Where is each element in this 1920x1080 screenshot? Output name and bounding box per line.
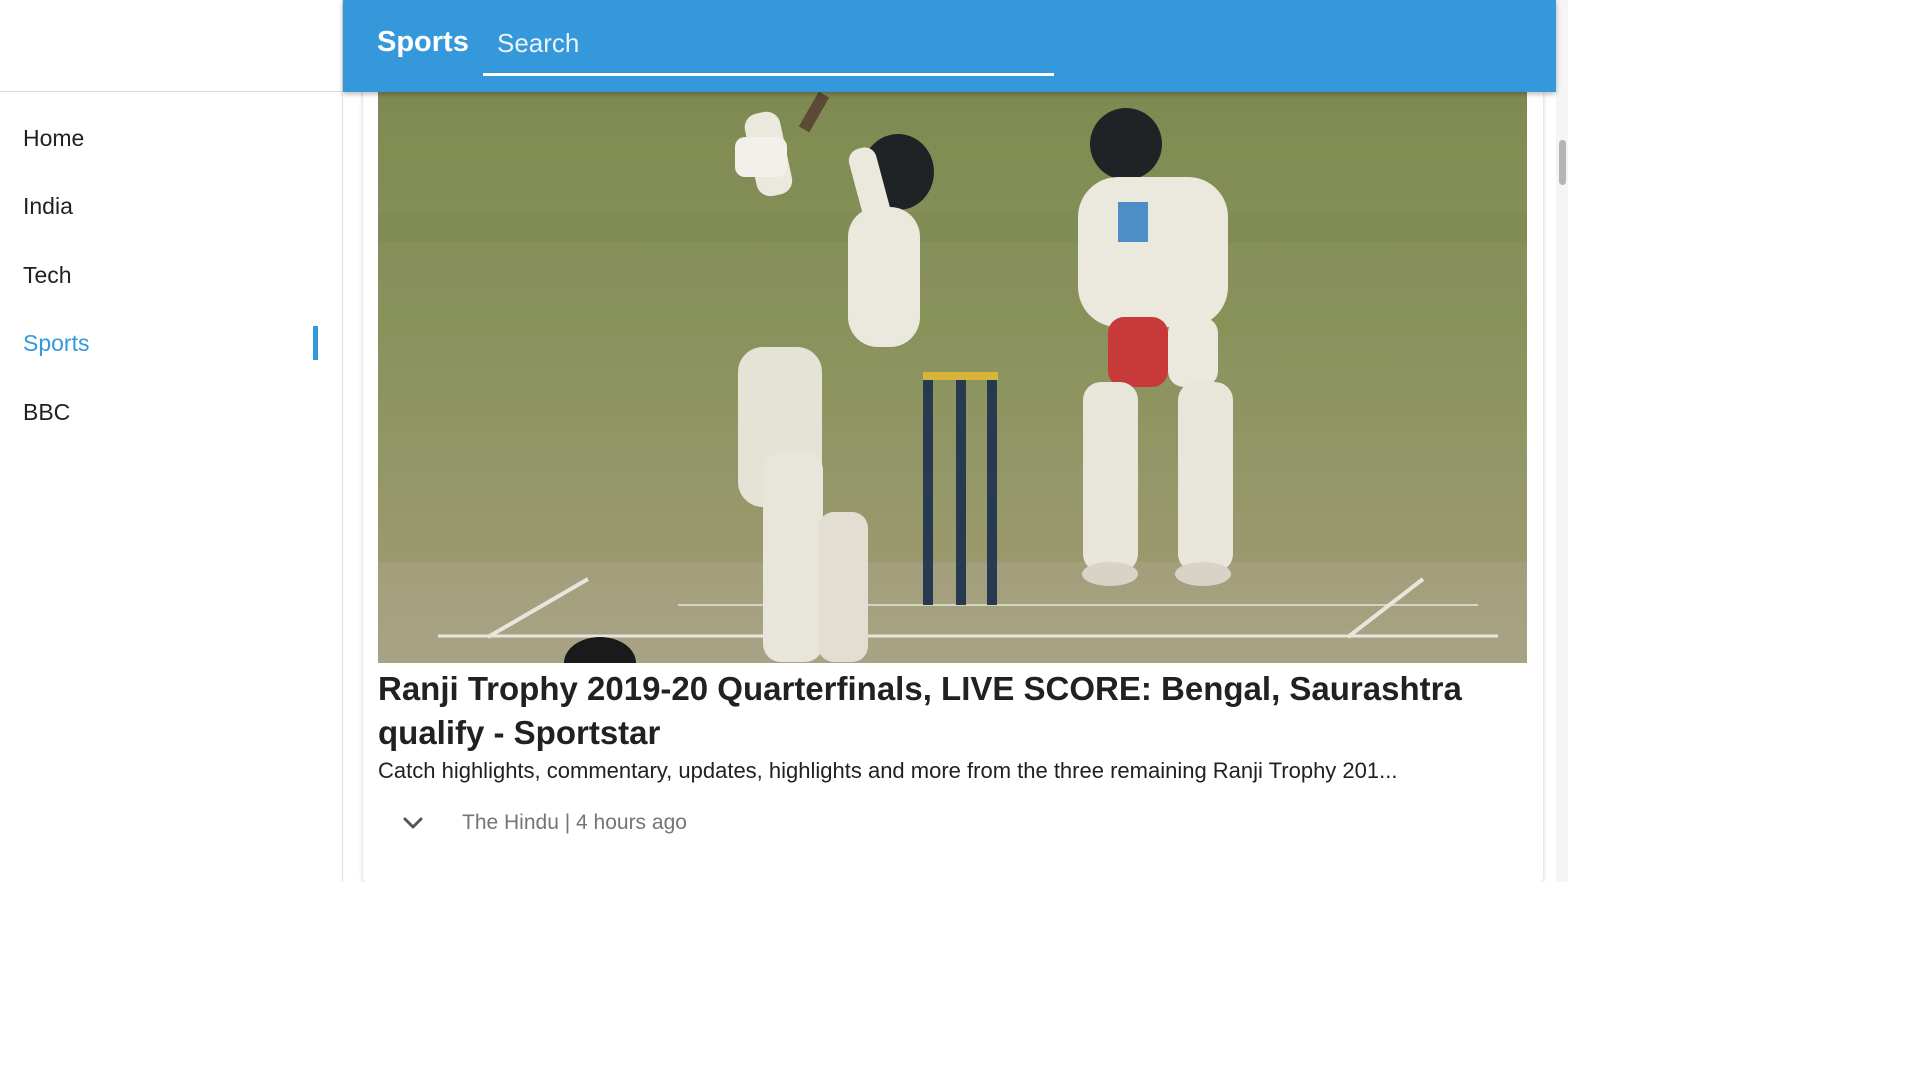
article-source: The Hindu | 4 hours ago xyxy=(462,811,687,834)
sidebar-item-sports[interactable]: Sports xyxy=(0,310,342,379)
chevron-down-icon[interactable] xyxy=(399,809,427,837)
news-card: Ranji Trophy 2019-20 Quarterfinals, LIVE… xyxy=(363,92,1543,882)
article-meta: The Hindu | 4 hours ago xyxy=(399,809,687,837)
active-indicator xyxy=(313,325,318,360)
scrollbar-thumb[interactable] xyxy=(1559,140,1566,185)
search-input[interactable] xyxy=(483,18,1054,73)
sidebar-item-bbc[interactable]: BBC xyxy=(0,378,342,447)
search-field xyxy=(483,18,1054,76)
article-description: Catch highlights, commentary, updates, h… xyxy=(378,758,1398,783)
article-headline[interactable]: Ranji Trophy 2019-20 Quarterfinals, LIVE… xyxy=(378,667,1528,755)
sidebar-item-label: Sports xyxy=(23,330,90,357)
sidebar-item-india[interactable]: India xyxy=(0,173,342,242)
article-image[interactable] xyxy=(378,92,1527,663)
nav-list: Home India Tech Sports BBC xyxy=(0,92,342,447)
sidebar-item-label: Tech xyxy=(23,261,72,288)
app-bar: Sports xyxy=(343,0,1556,92)
sidebar-header xyxy=(0,0,342,92)
sidebar-item-home[interactable]: Home xyxy=(0,104,342,173)
sidebar-item-label: BBC xyxy=(23,398,71,425)
main-content: Ranji Trophy 2019-20 Quarterfinals, LIVE… xyxy=(343,92,1556,882)
page-title: Sports xyxy=(377,26,469,58)
sidebar: Home India Tech Sports BBC xyxy=(0,0,343,882)
cricket-photo xyxy=(378,92,1527,663)
sidebar-item-tech[interactable]: Tech xyxy=(0,241,342,310)
scrollbar[interactable] xyxy=(1556,0,1568,882)
sidebar-item-label: India xyxy=(23,193,73,220)
sidebar-item-label: Home xyxy=(23,124,85,151)
